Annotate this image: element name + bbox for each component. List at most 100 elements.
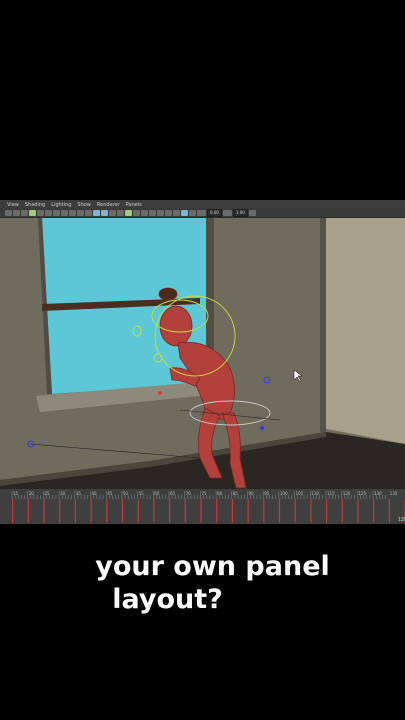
menu-show[interactable]: Show [77, 202, 91, 208]
film-gate-icon[interactable] [45, 210, 52, 216]
keyframe-marker[interactable] [326, 499, 328, 523]
wall-corner [320, 218, 326, 432]
frame-tick-label: 65 [170, 491, 176, 496]
keyframe-marker[interactable] [27, 499, 29, 523]
frame-tick-label: 85 [233, 491, 239, 496]
video-caption: your own panel layout? [0, 550, 405, 616]
xray-joints-icon[interactable] [149, 210, 156, 216]
keyframe-marker[interactable] [153, 499, 155, 523]
keyframe-marker[interactable] [137, 499, 139, 523]
frame-tick-label: 130 [374, 491, 382, 496]
keyframe-marker[interactable] [341, 499, 343, 523]
color-management-icon[interactable] [248, 210, 256, 216]
frame-tick-label: 35 [76, 491, 82, 496]
textured-icon[interactable] [117, 210, 124, 216]
keyframe-marker[interactable] [373, 499, 375, 523]
keyframe-marker[interactable] [12, 499, 14, 523]
viewport-scene [0, 218, 405, 489]
frame-tick-label: 90 [249, 491, 255, 496]
keyframe-marker[interactable] [294, 499, 296, 523]
gamma-icon[interactable] [222, 210, 232, 216]
safe-title-icon[interactable] [85, 210, 92, 216]
camera-icon[interactable] [5, 210, 12, 216]
frame-tick-label: 95 [264, 491, 270, 496]
caption-line-2: layout? [112, 584, 223, 615]
character-hair [158, 287, 178, 301]
keyframe-marker[interactable] [388, 499, 390, 523]
frame-tick-label: 120 [343, 491, 351, 496]
keyframe-marker[interactable] [278, 499, 281, 523]
character-head [159, 305, 193, 347]
menu-lighting[interactable]: Lighting [51, 202, 71, 208]
frame-tick-label: 110 [311, 491, 319, 496]
time-slider-ticks: 15 20 25 30 35 40 45 50 55 60 65 70 75 80 85 90 95 100 105… [11, 491, 405, 523]
lock-camera-icon[interactable] [13, 210, 20, 216]
menu-shading[interactable]: Shading [25, 202, 45, 208]
keyframe-marker[interactable] [357, 499, 359, 523]
bookmark-icon[interactable] [21, 210, 28, 216]
frame-tick-label: 125 [358, 491, 366, 496]
isolate-select-icon[interactable] [189, 210, 196, 216]
keyframe-marker[interactable] [200, 499, 202, 523]
frame-tick-label: 70 [186, 491, 192, 496]
frame-tick-label: 75 [201, 491, 207, 496]
keyframe-marker[interactable] [310, 499, 312, 523]
frame-tick-label: 40 [92, 491, 98, 496]
keyframe-marker[interactable] [216, 499, 218, 523]
backface-icon[interactable] [157, 210, 164, 216]
keyframe-marker[interactable] [43, 499, 45, 523]
frame-tick-label: 20 [29, 491, 35, 496]
keyframe-marker[interactable] [184, 499, 186, 523]
maya-window: View Shading Lighting Show Renderer Pane… [0, 200, 405, 524]
smooth-shade-icon[interactable] [101, 210, 108, 216]
wireframe-on-shaded-icon[interactable] [109, 210, 116, 216]
keyframe-marker[interactable] [263, 499, 265, 523]
shadows-icon[interactable] [133, 210, 140, 216]
keyframe-marker[interactable] [247, 499, 249, 523]
frame-tick-label: 100 [280, 491, 288, 496]
frame-tick-label: 115 [327, 491, 335, 496]
time-slider[interactable]: 15 20 25 30 35 40 45 50 55 60 65 70 75 80 85 90 95 100 105… [0, 489, 405, 524]
keyframe-marker[interactable] [90, 499, 92, 523]
safe-action-icon[interactable] [77, 210, 84, 216]
menu-view[interactable]: View [7, 202, 19, 208]
panel-menu-bar: View Shading Lighting Show Renderer Pane… [0, 200, 405, 209]
joint-marker [158, 391, 162, 395]
lights-icon[interactable] [125, 210, 132, 216]
frame-tick-label: 60 [154, 491, 160, 496]
grid-icon[interactable] [37, 210, 44, 216]
frame-tick-label: 50 [123, 491, 129, 496]
frame-tick-label: 25 [44, 491, 50, 496]
xray-icon[interactable] [141, 210, 148, 216]
keyframe-marker[interactable] [169, 499, 171, 523]
keyframe-marker[interactable] [106, 499, 108, 523]
menu-renderer[interactable]: Renderer [97, 202, 120, 208]
3d-viewport[interactable] [0, 218, 405, 489]
exposure-icon[interactable] [197, 210, 206, 216]
panel-toolbar: 0.00 1.00 [0, 209, 405, 218]
current-frame: 135 [398, 517, 405, 523]
frame-tick-label: 15 [13, 491, 19, 496]
keyframe-marker[interactable] [59, 499, 61, 523]
caption-line-1: your own panel [95, 551, 330, 582]
keyframe-marker[interactable] [121, 499, 124, 523]
side-wall [322, 218, 405, 444]
field-chart-icon[interactable] [69, 210, 76, 216]
wireframe-icon[interactable] [93, 210, 100, 216]
resolution-gate-icon[interactable] [53, 210, 60, 216]
frame-tick-label: 80 [217, 491, 223, 496]
frame-tick-label: 55 [139, 491, 145, 496]
ambient-occlusion-icon[interactable] [165, 210, 172, 216]
keyframe-marker[interactable] [231, 499, 233, 523]
keyframe-marker[interactable] [74, 499, 76, 523]
frame-tick-label: 45 [107, 491, 113, 496]
gate-mask-icon[interactable] [61, 210, 68, 216]
frame-tick-label: 30 [60, 491, 66, 496]
exposure-field[interactable]: 0.00 [207, 209, 222, 217]
menu-panels[interactable]: Panels [126, 202, 142, 208]
gamma-field[interactable]: 1.00 [232, 209, 248, 217]
antialias-icon[interactable] [181, 210, 188, 216]
motion-blur-icon[interactable] [173, 210, 180, 216]
image-plane-icon[interactable] [29, 210, 36, 216]
frame-tick-label: 135 [390, 491, 398, 496]
